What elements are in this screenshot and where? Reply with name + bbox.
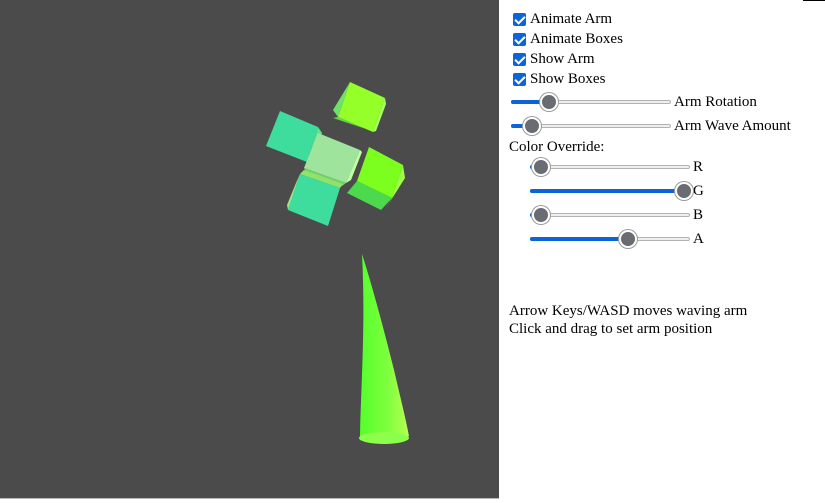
slider-thumb[interactable] <box>619 230 637 248</box>
slider-thumb[interactable] <box>532 158 550 176</box>
checkbox-animate-boxes[interactable]: Animate Boxes <box>513 30 623 48</box>
viewport-bottom-border <box>0 498 499 499</box>
color-r-row: R <box>530 156 703 178</box>
checkbox-show-boxes[interactable]: Show Boxes <box>513 70 605 88</box>
color-g-slider[interactable] <box>530 180 693 202</box>
color-r-slider[interactable] <box>530 156 690 178</box>
checkbox-show-arm[interactable]: Show Arm <box>513 50 595 68</box>
checkbox-icon[interactable] <box>513 52 526 66</box>
arm-wave-amount-label: Arm Wave Amount <box>674 117 791 134</box>
color-a-label: A <box>693 230 704 247</box>
instruction-line: Arrow Keys/WASD moves waving arm <box>509 303 748 319</box>
slider-thumb[interactable] <box>532 206 550 224</box>
color-b-label: B <box>693 206 704 223</box>
color-a-row: A <box>530 228 704 250</box>
instructions: Arrow Keys/WASD moves waving arm Click a… <box>509 302 747 338</box>
slider-thumb[interactable] <box>523 117 541 135</box>
3d-viewport[interactable] <box>0 0 499 498</box>
color-b-slider[interactable] <box>530 204 690 226</box>
color-g-row: G <box>530 180 704 202</box>
instruction-line: Click and drag to set arm position <box>509 321 713 337</box>
arm-wave-amount-slider[interactable] <box>511 115 671 137</box>
color-a-slider[interactable] <box>530 228 690 250</box>
color-b-row: B <box>530 204 703 226</box>
arm-rotation-slider[interactable] <box>511 91 671 113</box>
waving-arm <box>359 254 409 444</box>
corner-mark <box>803 0 825 1</box>
checkbox-icon[interactable] <box>513 72 526 86</box>
checkbox-label: Animate Arm <box>530 10 613 27</box>
arm-rotation-row: Arm Rotation <box>511 91 757 113</box>
slider-thumb[interactable] <box>540 93 558 111</box>
scene <box>266 82 409 444</box>
slider-thumb[interactable] <box>675 182 693 200</box>
color-override-title: Color Override: <box>509 139 605 155</box>
checkbox-icon[interactable] <box>513 32 526 46</box>
color-g-label: G <box>693 182 704 199</box>
color-r-label: R <box>693 158 704 175</box>
checkbox-label: Animate Boxes <box>530 30 623 47</box>
checkbox-animate-arm[interactable]: Animate Arm <box>513 10 612 28</box>
checkbox-icon[interactable] <box>513 12 526 26</box>
boxes-cluster <box>266 82 405 226</box>
arm-wave-row: Arm Wave Amount <box>511 115 791 137</box>
checkbox-label: Show Boxes <box>530 70 606 87</box>
arm-rotation-label: Arm Rotation <box>674 93 757 110</box>
checkbox-label: Show Arm <box>530 50 595 67</box>
box-top <box>333 82 386 132</box>
